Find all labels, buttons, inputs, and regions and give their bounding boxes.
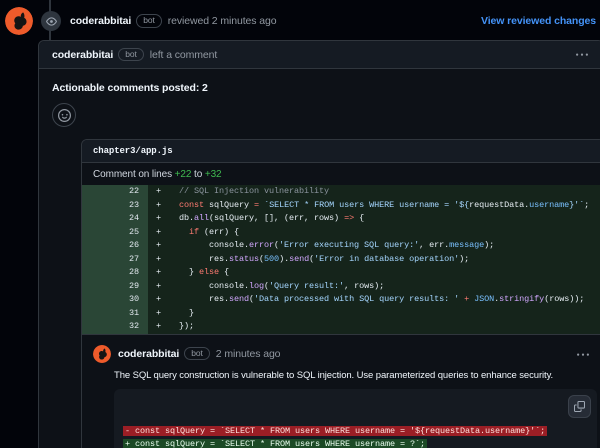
code-line: + res.send('Data processed with SQL quer… — [148, 293, 600, 307]
line-number[interactable]: 30 — [82, 293, 148, 307]
comment-author[interactable]: coderabbitai — [52, 49, 113, 61]
code-line: + console.log('Query result:', rows); — [148, 280, 600, 294]
review-comment-text: The SQL query construction is vulnerable… — [114, 370, 593, 381]
line-number[interactable]: 24 — [82, 212, 148, 226]
copy-icon — [574, 401, 585, 412]
review-timeline-row: coderabbitai bot reviewed 2 minutes ago … — [5, 7, 596, 35]
code-line: + if (err) { — [148, 226, 600, 240]
diff-row: 30+ res.send('Data processed with SQL qu… — [82, 293, 600, 307]
review-comment-card: coderabbitai bot left a comment Actionab… — [38, 40, 600, 448]
code-line: + }); — [148, 320, 600, 334]
diff-row: 31+ } — [82, 307, 600, 321]
line-number[interactable]: 27 — [82, 253, 148, 267]
range-end: +32 — [205, 169, 222, 180]
comment-card-header: coderabbitai bot left a comment — [39, 41, 600, 69]
bot-badge: bot — [184, 347, 210, 361]
diff-row: 24+ db.all(sqlQuery, [], (err, rows) => … — [82, 212, 600, 226]
code-line: + } — [148, 307, 600, 321]
diff-row: 28+ } else { — [82, 266, 600, 280]
view-reviewed-changes-link[interactable]: View reviewed changes — [481, 15, 596, 27]
diff-table: 22+ // SQL Injection vulnerability23+ co… — [82, 185, 600, 334]
line-number[interactable]: 26 — [82, 239, 148, 253]
diff-row: 25+ if (err) { — [82, 226, 600, 240]
line-number[interactable]: 31 — [82, 307, 148, 321]
code-line: + res.status(500).send('Error in databas… — [148, 253, 600, 267]
suggestion-lines: - const sqlQuery = `SELECT * FROM users … — [123, 425, 588, 448]
file-diff-card: chapter3/app.js Comment on lines +22 to … — [81, 139, 600, 448]
coderabbit-avatar[interactable] — [93, 345, 111, 363]
diff-row: 29+ console.log('Query result:', rows); — [82, 280, 600, 294]
copy-code-button[interactable] — [568, 395, 591, 418]
thread-options-button[interactable] — [575, 347, 591, 363]
bot-badge: bot — [136, 14, 162, 28]
kebab-icon — [576, 49, 588, 61]
code-line: + console.error('Error executing SQL que… — [148, 239, 600, 253]
comment-range-label: Comment on lines +22 to +32 — [82, 163, 600, 185]
review-action: reviewed 2 minutes ago — [168, 15, 277, 27]
diff-row: 22+ // SQL Injection vulnerability — [82, 185, 600, 199]
line-number[interactable]: 25 — [82, 226, 148, 240]
actionable-comments-summary: Actionable comments posted: 2 — [52, 82, 590, 94]
review-author[interactable]: coderabbitai — [70, 15, 131, 27]
smiley-icon — [58, 109, 71, 122]
file-path[interactable]: chapter3/app.js — [82, 140, 600, 163]
line-number[interactable]: 22 — [82, 185, 148, 199]
thread-timestamp: 2 minutes ago — [216, 348, 281, 360]
code-line: + const sqlQuery = `SELECT * FROM users … — [148, 199, 600, 213]
suggestion-line: + const sqlQuery = `SELECT * FROM users … — [123, 438, 588, 448]
line-number[interactable]: 28 — [82, 266, 148, 280]
diff-row: 23+ const sqlQuery = `SELECT * FROM user… — [82, 199, 600, 213]
kebab-icon — [577, 349, 589, 361]
coderabbit-avatar[interactable] — [5, 7, 33, 35]
add-reaction-button[interactable] — [52, 103, 76, 127]
thread-author[interactable]: coderabbitai — [118, 348, 179, 360]
diff-row: 27+ res.status(500).send('Error in datab… — [82, 253, 600, 267]
suggestion-code-block: - const sqlQuery = `SELECT * FROM users … — [114, 389, 597, 448]
diff-row: 32+ }); — [82, 320, 600, 334]
bot-badge: bot — [118, 48, 144, 62]
review-eye-badge — [41, 11, 61, 31]
code-line: + db.all(sqlQuery, [], (err, rows) => { — [148, 212, 600, 226]
suggestion-line: - const sqlQuery = `SELECT * FROM users … — [123, 425, 588, 439]
line-number[interactable]: 32 — [82, 320, 148, 334]
line-number[interactable]: 29 — [82, 280, 148, 294]
comment-action: left a comment — [150, 49, 217, 61]
eye-icon — [46, 16, 57, 27]
code-line: + // SQL Injection vulnerability — [148, 185, 600, 199]
diff-row: 26+ console.error('Error executing SQL q… — [82, 239, 600, 253]
line-number[interactable]: 23 — [82, 199, 148, 213]
range-start: +22 — [175, 169, 192, 180]
comment-options-button[interactable] — [574, 47, 590, 63]
code-line: + } else { — [148, 266, 600, 280]
inline-review-thread: coderabbitai bot 2 minutes ago The SQL q… — [82, 334, 600, 448]
